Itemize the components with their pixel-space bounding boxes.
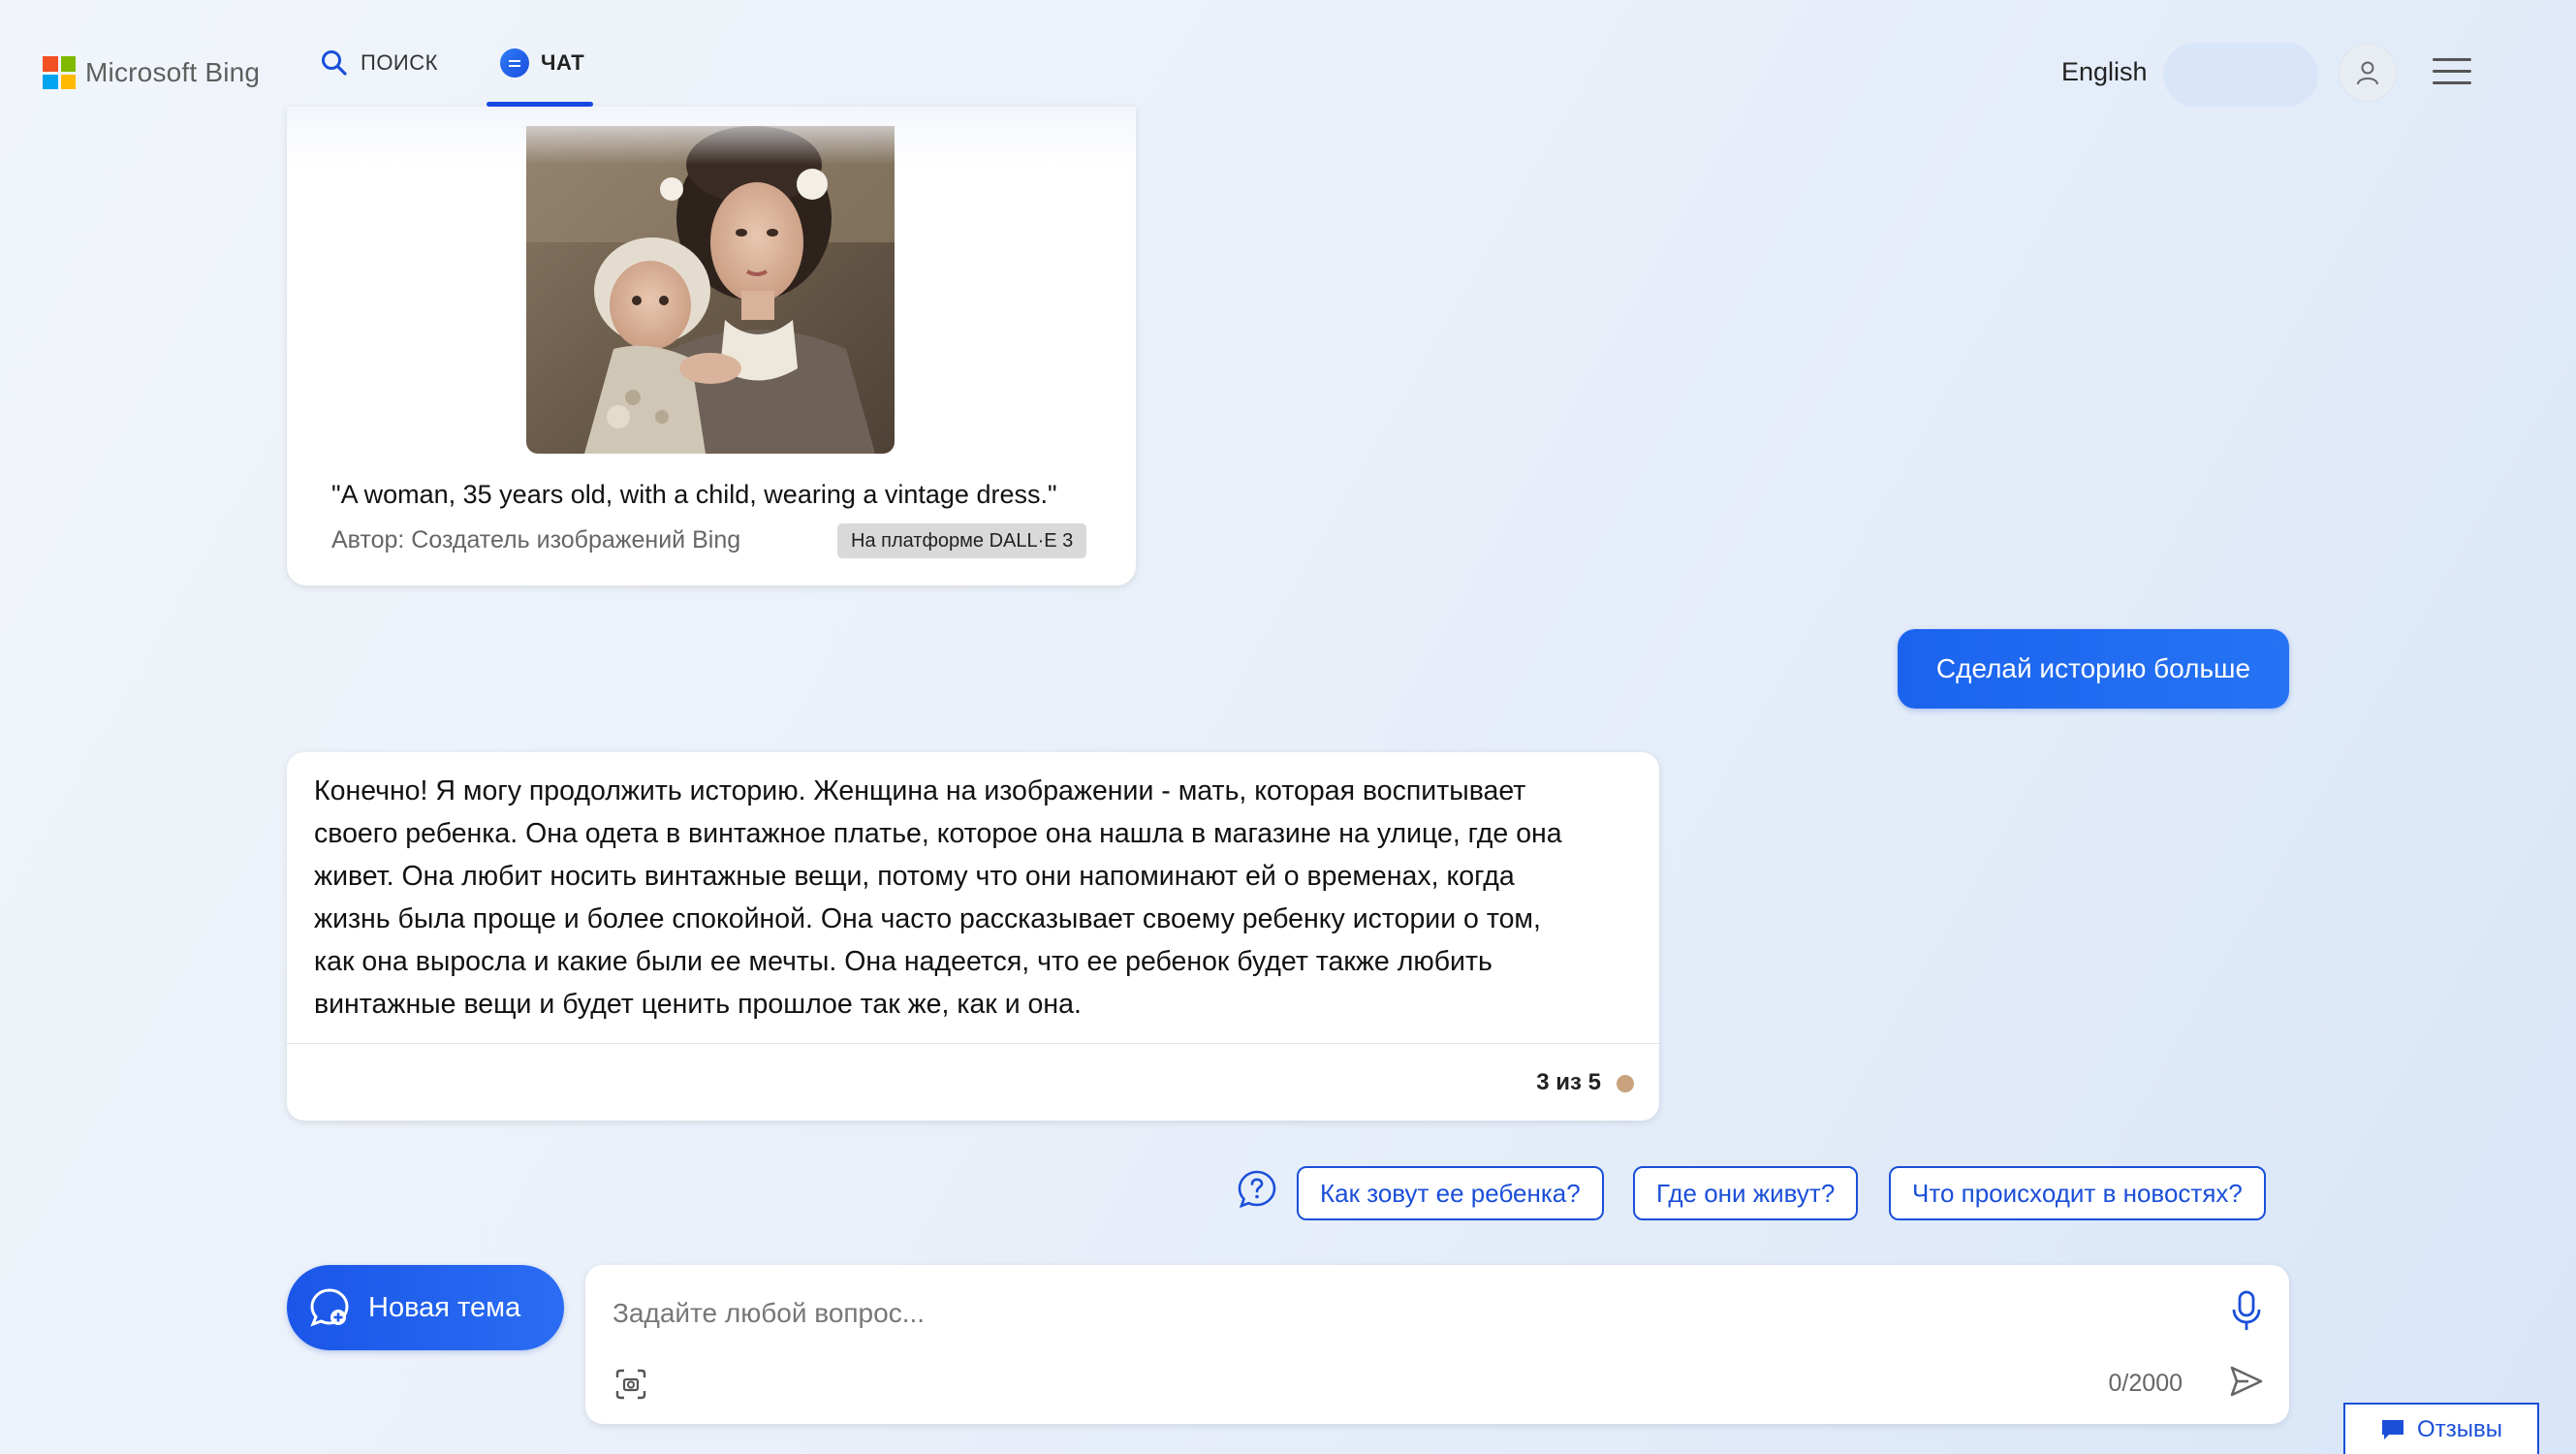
feedback-button[interactable]: Отзывы — [2343, 1403, 2539, 1454]
feedback-icon — [2382, 1419, 2404, 1439]
image-prompt: "A woman, 35 years old, with a child, we… — [331, 480, 1057, 509]
brand-name: Microsoft Bing — [85, 57, 261, 87]
bot-text-line: как она выросла и какие были ее мечты. О… — [314, 946, 1492, 977]
turn-counter: 3 из 5 — [1536, 1069, 1601, 1095]
generated-image-card: "A woman, 35 years old, with a child, we… — [287, 107, 1136, 585]
new-topic-label: Новая тема — [368, 1291, 521, 1323]
new-topic-button[interactable]: Новая тема — [287, 1265, 564, 1350]
bing-logo[interactable]: Microsoft Bing — [43, 53, 260, 92]
dalle-badge: На платформе DALL·E 3 — [837, 523, 1087, 558]
tab-search[interactable]: ПОИСК — [320, 50, 438, 107]
avatar[interactable] — [2339, 44, 2397, 102]
tab-chat-label: ЧАТ — [541, 50, 585, 75]
bot-text-line: живет. Она любит носить винтажные вещи, … — [314, 861, 1515, 892]
chat-bubble-icon — [500, 48, 529, 78]
rewards-pill[interactable] — [2163, 43, 2318, 107]
generated-image[interactable] — [526, 126, 895, 454]
search-icon — [322, 50, 347, 76]
suggestion-where-live[interactable]: Где они живут? — [1633, 1166, 1859, 1220]
char-counter: 0/2000 — [2108, 1370, 2183, 1397]
new-topic-icon — [310, 1288, 349, 1327]
bot-message: Конечно! Я могу продолжить историю. Женщ… — [287, 752, 1659, 1121]
message-divider — [287, 1043, 1659, 1044]
tab-search-label: ПОИСК — [361, 50, 438, 75]
suggestion-child-name[interactable]: Как зовут ее ребенка? — [1297, 1166, 1604, 1220]
suggestion-news[interactable]: Что происходит в новостях? — [1889, 1166, 2266, 1220]
vintage-portrait-image — [526, 126, 895, 454]
bot-text-line: винтажные вещи и будет ценить прошлое та… — [314, 989, 1082, 1020]
feedback-label: Отзывы — [2417, 1415, 2502, 1442]
microsoft-logo-icon — [43, 56, 76, 89]
visual-search-icon[interactable] — [614, 1368, 647, 1401]
bot-text-line: своего ребенка. Она одета в винтажное пл… — [314, 818, 1562, 849]
help-icon[interactable] — [1237, 1169, 1277, 1210]
scroll-fade — [287, 107, 1136, 165]
turn-indicator-dot — [1617, 1075, 1634, 1092]
bot-message-text: Конечно! Я могу продолжить историю. Женщ… — [314, 770, 1632, 1026]
language-switch[interactable]: English — [2061, 57, 2148, 87]
composer: 0/2000 — [585, 1265, 2289, 1424]
chat-input[interactable] — [613, 1286, 2163, 1341]
user-icon — [2357, 61, 2378, 85]
tab-chat[interactable]: ЧАТ — [487, 48, 598, 107]
microphone-icon[interactable] — [2229, 1290, 2264, 1333]
send-icon[interactable] — [2227, 1362, 2266, 1401]
bot-text-line: жизнь была проще и более спокойной. Она … — [314, 903, 1541, 934]
image-author: Автор: Создатель изображений Bing — [331, 526, 741, 553]
bot-text-line: Конечно! Я могу продолжить историю. Женщ… — [314, 775, 1526, 806]
user-message: Сделай историю больше — [1898, 629, 2289, 709]
hamburger-menu-icon[interactable] — [2433, 58, 2471, 87]
